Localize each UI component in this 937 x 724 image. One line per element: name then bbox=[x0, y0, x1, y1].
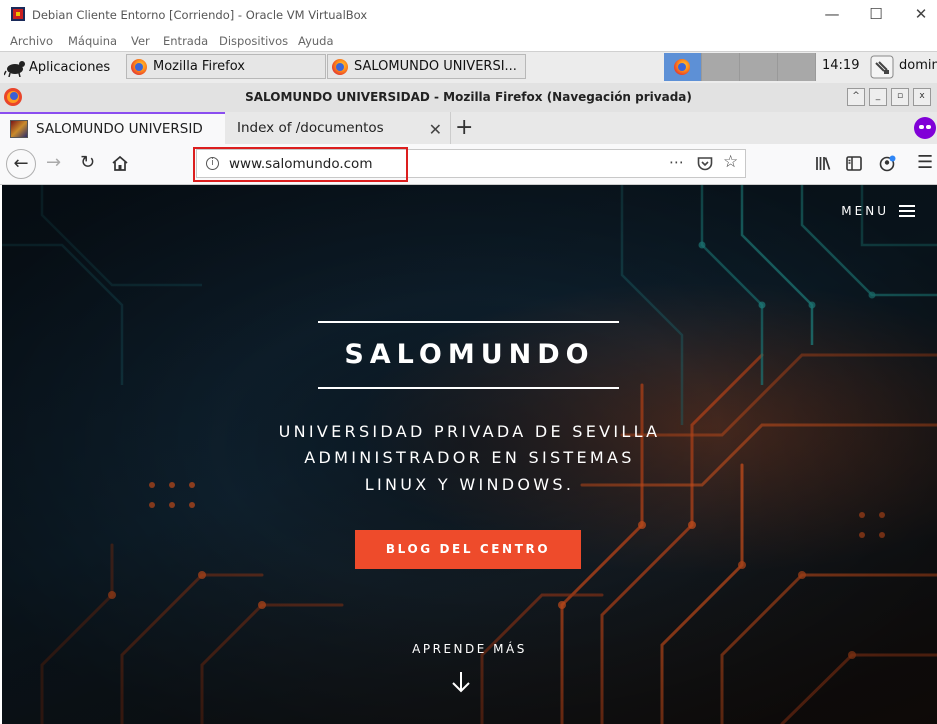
tagline-line-3: LINUX Y WINDOWS. bbox=[364, 475, 575, 494]
tab-documentos[interactable]: Index of /documentos ✕ bbox=[226, 112, 451, 144]
arrow-down-icon[interactable] bbox=[451, 671, 471, 693]
close-button[interactable]: ✕ bbox=[911, 4, 931, 24]
applications-menu-button[interactable]: Aplicaciones bbox=[4, 55, 110, 79]
applications-label: Aplicaciones bbox=[29, 59, 111, 75]
ff-shade-button[interactable]: ^ bbox=[847, 88, 865, 106]
virtualbox-titlebar: Debian Cliente Entorno [Corriendo] - Ora… bbox=[0, 0, 937, 30]
workspace-2[interactable] bbox=[702, 53, 740, 81]
bookmark-star-icon[interactable]: ☆ bbox=[723, 152, 738, 172]
private-browsing-icon bbox=[914, 117, 936, 139]
pocket-icon[interactable] bbox=[697, 156, 713, 171]
sidebar-icon[interactable] bbox=[846, 156, 862, 171]
hero-section: MENU SALOMUNDO UNIVERSIDAD PRIVADA DE SE… bbox=[2, 185, 937, 724]
tagline-line-1: UNIVERSIDAD PRIVADA DE SEVILLA bbox=[278, 422, 661, 441]
library-icon[interactable] bbox=[815, 156, 831, 171]
virtualbox-menubar: Archivo Máquina Ver Entrada Dispositivos… bbox=[0, 30, 937, 51]
window-title: Debian Cliente Entorno [Corriendo] - Ora… bbox=[32, 8, 368, 22]
firefox-icon bbox=[131, 58, 147, 75]
home-icon[interactable] bbox=[111, 155, 129, 172]
virtualbox-logo-icon bbox=[11, 7, 25, 21]
taskbar-item-salomundo[interactable]: SALOMUNDO UNIVERSI... bbox=[327, 54, 526, 79]
taskbar-item-firefox[interactable]: Mozilla Firefox bbox=[126, 54, 326, 79]
menu-archivo[interactable]: Archivo bbox=[10, 34, 53, 48]
new-tab-button[interactable]: + bbox=[455, 115, 473, 140]
firefox-icon bbox=[674, 59, 690, 75]
taskbar-item-label: Mozilla Firefox bbox=[153, 59, 245, 74]
navigation-toolbar: ← → ↻ i www.salomundo.com ⋯ ☆ ☰ bbox=[0, 144, 937, 185]
tab-strip: SALOMUNDO UNIVERSIDA Index of /documento… bbox=[0, 112, 937, 144]
close-tab-icon[interactable]: ✕ bbox=[429, 120, 442, 139]
clock: 14:19 bbox=[822, 58, 860, 73]
desktop-panel: Aplicaciones Mozilla Firefox SALOMUNDO U… bbox=[0, 51, 937, 84]
menu-dispositivos[interactable]: Dispositivos bbox=[219, 34, 288, 48]
firefox-icon bbox=[332, 58, 348, 75]
tab-label: Index of /documentos bbox=[237, 120, 384, 136]
firefox-window-title: SALOMUNDO UNIVERSIDAD - Mozilla Firefox … bbox=[245, 90, 692, 104]
tab-label: SALOMUNDO UNIVERSIDA bbox=[36, 121, 202, 137]
page-actions-icon[interactable]: ⋯ bbox=[669, 153, 684, 171]
account-icon[interactable] bbox=[879, 155, 896, 172]
firefox-titlebar: SALOMUNDO UNIVERSIDAD - Mozilla Firefox … bbox=[0, 83, 937, 112]
site-menu-icon bbox=[899, 205, 915, 217]
tagline-line-2: ADMINISTRADOR EN SISTEMAS bbox=[304, 448, 635, 467]
menu-ayuda[interactable]: Ayuda bbox=[298, 34, 334, 48]
network-icon[interactable] bbox=[870, 55, 894, 79]
maximize-button[interactable]: ☐ bbox=[866, 4, 886, 24]
site-menu-button[interactable]: MENU bbox=[841, 204, 915, 218]
user-name[interactable]: domin bbox=[899, 58, 937, 73]
minimize-button[interactable]: — bbox=[822, 4, 842, 24]
site-brand: SALOMUNDO bbox=[344, 339, 595, 370]
menu-maquina[interactable]: Máquina bbox=[68, 34, 117, 48]
workspace-3[interactable] bbox=[740, 53, 778, 81]
hamburger-menu-icon[interactable]: ☰ bbox=[917, 152, 933, 173]
back-arrow-icon[interactable]: ← bbox=[6, 149, 36, 179]
ff-close-button[interactable]: x bbox=[913, 88, 931, 106]
url-highlight-box bbox=[193, 147, 408, 182]
site-menu-label: MENU bbox=[841, 204, 889, 218]
ff-restore-button[interactable]: ▫ bbox=[891, 88, 909, 106]
brand-rule-top bbox=[318, 321, 619, 323]
forward-arrow-icon[interactable]: → bbox=[46, 152, 61, 173]
tab-salomundo[interactable]: SALOMUNDO UNIVERSIDA bbox=[0, 112, 225, 144]
site-favicon-icon bbox=[10, 120, 28, 138]
learn-more-link[interactable]: APRENDE MÁS bbox=[2, 642, 937, 656]
xfce-mouse-icon bbox=[4, 61, 25, 77]
reload-icon[interactable]: ↻ bbox=[80, 152, 95, 173]
ff-minimize-button[interactable]: _ bbox=[869, 88, 887, 106]
menu-ver[interactable]: Ver bbox=[131, 34, 150, 48]
workspace-1[interactable] bbox=[664, 53, 702, 81]
menu-entrada[interactable]: Entrada bbox=[163, 34, 208, 48]
blog-button[interactable]: BLOG DEL CENTRO bbox=[355, 530, 581, 569]
taskbar-item-label: SALOMUNDO UNIVERSI... bbox=[354, 59, 517, 74]
brand-rule-bottom bbox=[318, 387, 619, 389]
workspace-4[interactable] bbox=[778, 53, 816, 81]
